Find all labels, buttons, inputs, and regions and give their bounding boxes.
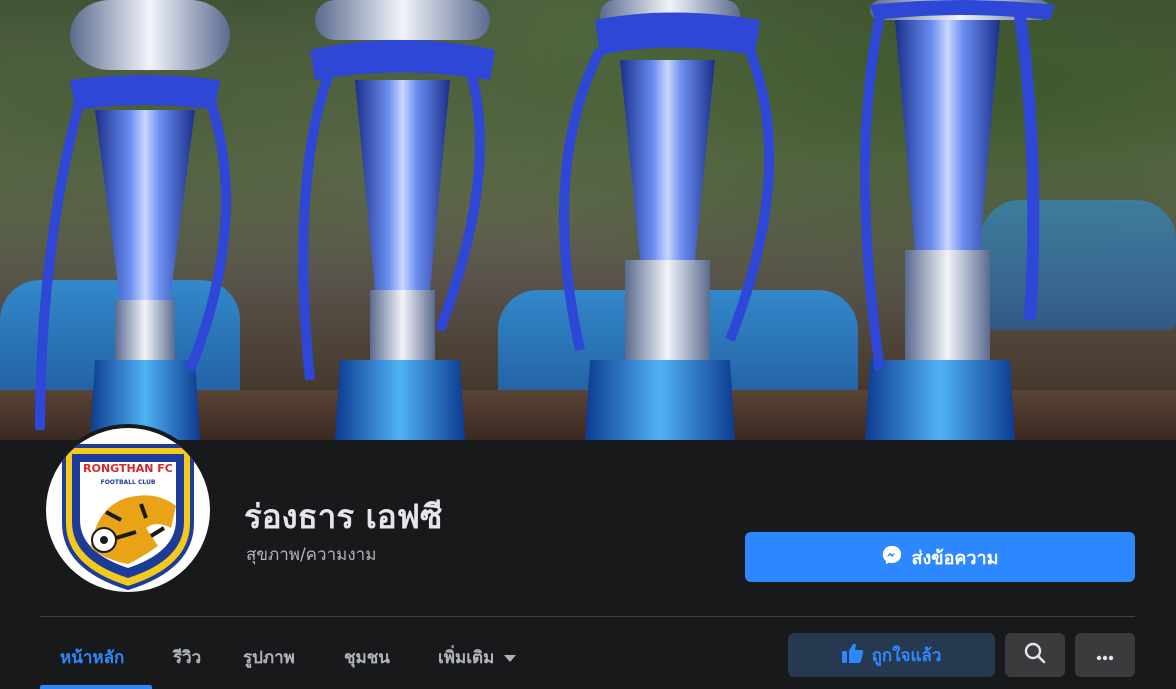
liked-label: ถูกใจแล้ว	[871, 645, 942, 666]
send-message-button[interactable]: ส่งข้อความ	[745, 532, 1135, 582]
messenger-icon	[881, 544, 903, 571]
liked-button[interactable]: ถูกใจแล้ว	[788, 633, 995, 677]
trophies-image	[35, 0, 1055, 440]
caret-down-icon	[504, 654, 517, 662]
tab-more-label: เพิ่มเติม	[438, 648, 495, 668]
thumbs-up-icon	[841, 643, 864, 668]
tab-community[interactable]: ชุมชน	[344, 644, 390, 671]
tab-photos[interactable]: รูปภาพ	[243, 644, 295, 671]
more-icon	[1096, 646, 1114, 665]
page-category[interactable]: สุขภาพ/ความงาม	[246, 541, 376, 568]
divider	[40, 616, 1135, 617]
tab-reviews[interactable]: รีวิว	[173, 644, 201, 671]
tab-home[interactable]: หน้าหลัก	[60, 644, 124, 671]
club-logo: RONGTHAN FC FOOTBALL CLUB	[62, 444, 194, 591]
more-options-button[interactable]	[1075, 633, 1135, 677]
profile-picture[interactable]: RONGTHAN FC FOOTBALL CLUB	[42, 424, 214, 596]
cover-photo[interactable]	[0, 0, 1176, 440]
search-button[interactable]	[1005, 633, 1065, 677]
tab-active-indicator	[40, 685, 152, 689]
logo-text-sub: FOOTBALL CLUB	[101, 479, 156, 486]
search-icon	[1024, 642, 1046, 668]
page-title: ร่องธาร เอฟซี	[244, 497, 443, 536]
tab-more[interactable]: เพิ่มเติม	[438, 644, 517, 671]
logo-text-top: RONGTHAN FC	[83, 462, 173, 475]
send-message-label: ส่งข้อความ	[911, 547, 999, 569]
